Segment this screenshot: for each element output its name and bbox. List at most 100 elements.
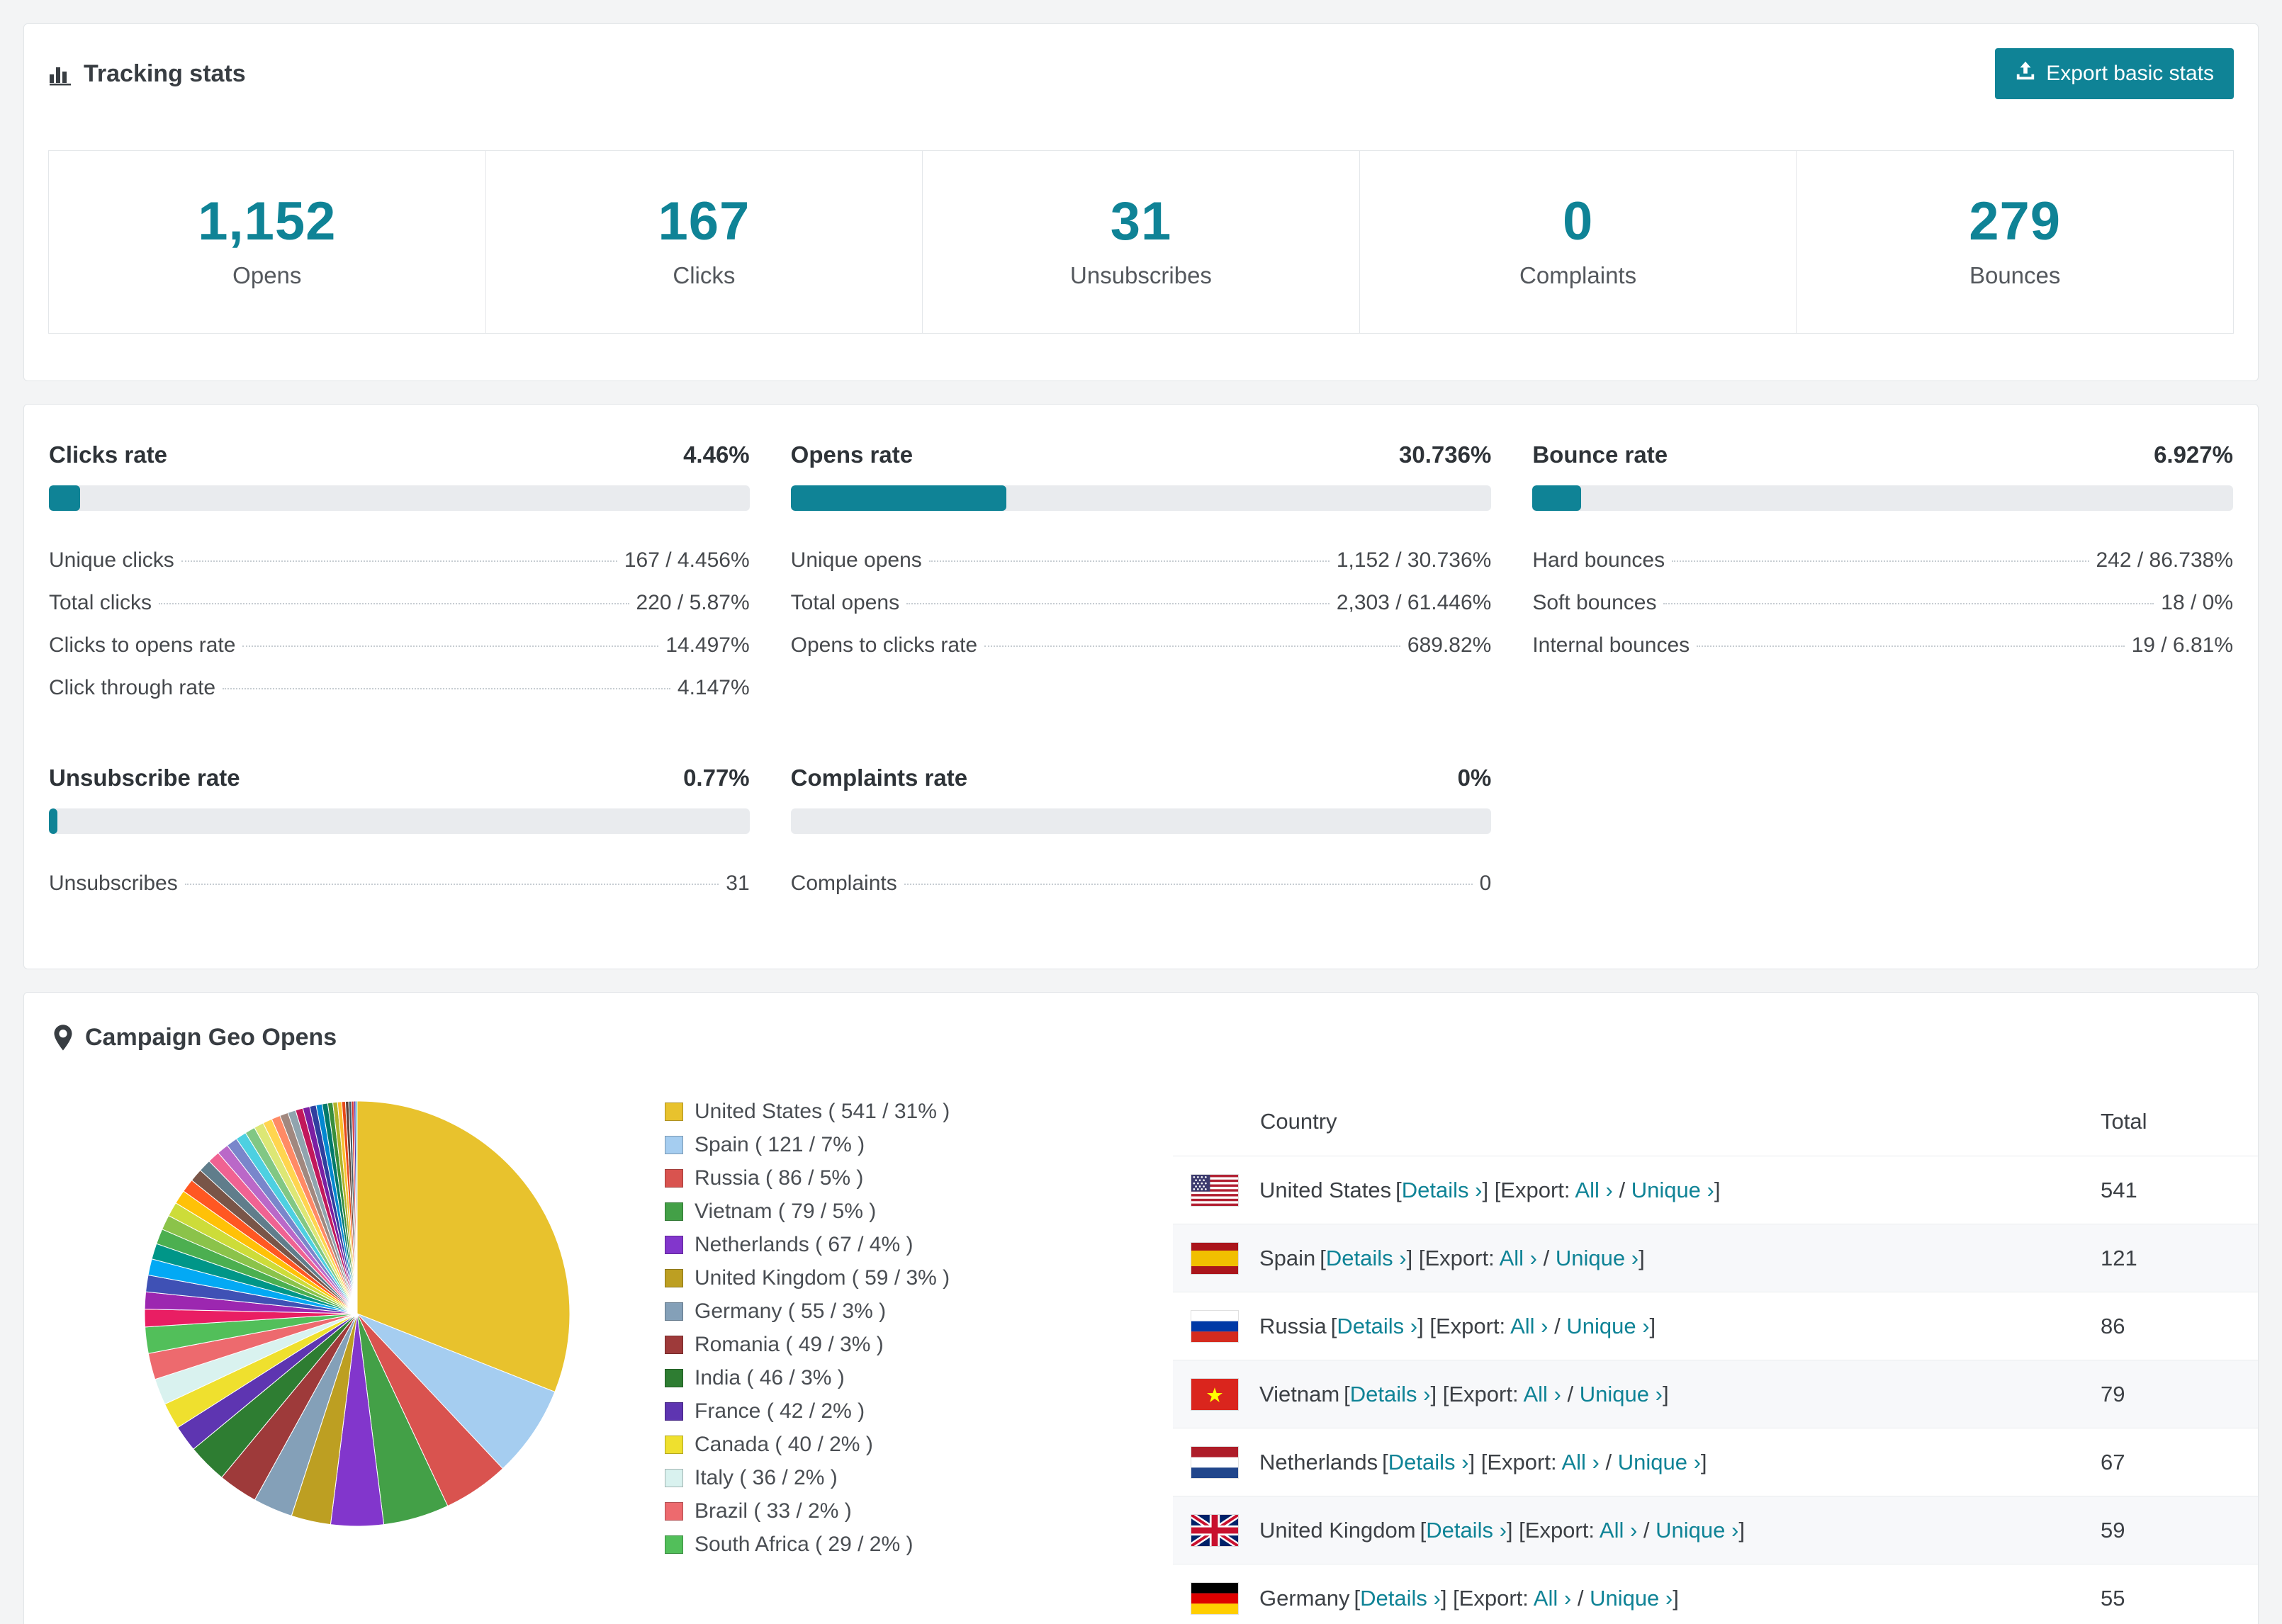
rate-head: Clicks rate 4.46% [49,441,750,468]
rates-card: Clicks rate 4.46% Unique clicks 167 / 4.… [23,404,2259,969]
rate-head: Opens rate 30.736% [791,441,1492,468]
export-basic-stats-button[interactable]: Export basic stats [1995,48,2234,99]
rate-row-value: 167 / 4.456% [624,548,750,572]
details-link[interactable]: Details › [1350,1382,1431,1406]
rate-row-label: Opens to clicks rate [790,633,978,657]
bracket-close: ] [1468,1449,1476,1474]
legend-label: Italy ( 36 / 2% ) [695,1466,838,1489]
rate-row: Complaints 0 [791,862,1492,905]
country-name: United Kingdom [1259,1517,1416,1543]
stat-label: Opens [232,262,302,288]
rate-row: Unsubscribes 31 [49,862,750,905]
rate-row: Total clicks 220 / 5.87% [49,582,750,624]
rate-row-value: 242 / 86.738% [2096,548,2234,572]
rate-rows: Unique clicks 167 / 4.456% Total clicks … [49,539,750,709]
country-total: 86 [2101,1313,2125,1338]
stat-box: 167 Clicks [485,150,923,334]
bracket-open: [ [1395,1177,1402,1202]
rate-rows: Hard bounces 242 / 86.738% Soft bounces … [1532,539,2233,667]
bracket-close: ] [1714,1177,1721,1202]
dotted-leader [1672,560,2089,562]
stat-box: 279 Bounces [1796,150,2234,334]
rate-row-value: 31 [726,872,750,895]
rate-row: Internal bounces 19 / 6.81% [1532,624,2233,667]
legend-label: South Africa ( 29 / 2% ) [695,1533,914,1556]
bracket-close: ] [1662,1381,1669,1406]
legend-item: Vietnam ( 79 / 5% ) [665,1200,1173,1224]
bracket-close: ] [1417,1313,1424,1338]
separator-slash: / [1605,1449,1612,1474]
rate-row-label: Total opens [790,591,900,614]
rate-title: Bounce rate [1532,441,1668,468]
bracket-open: [ [1382,1449,1388,1474]
rate-row-value: 4.147% [677,676,750,699]
separator-slash: / [1619,1177,1626,1202]
export-all-link[interactable]: All › [1561,1450,1599,1474]
export-all-link[interactable]: All › [1500,1246,1537,1270]
rate-row-label: Unique clicks [49,548,174,572]
legend-swatch [665,1436,683,1454]
rate-row: Soft bounces 18 / 0% [1532,582,2233,624]
rate-head: Unsubscribe rate 0.77% [49,765,750,791]
dotted-leader [904,884,1473,885]
details-link[interactable]: Details › [1326,1246,1407,1270]
country-cell: Spain [Details ›] [Export: All › / Unique… [1259,1246,2101,1271]
export-unique-link[interactable]: Unique › [1556,1246,1639,1270]
legend-swatch [665,1103,683,1121]
export-all-link[interactable]: All › [1534,1586,1571,1611]
flag-us-icon [1191,1173,1239,1207]
stat-box: 1,152 Opens [48,150,486,334]
country-cell: Russia [Details ›] [Export: All › / Uniqu… [1259,1314,2101,1339]
rate-rows: Unique opens 1,152 / 30.736% Total opens… [791,539,1492,667]
bracket-open: [ [1354,1585,1361,1611]
dotted-leader [223,688,670,689]
export-unique-link[interactable]: Unique › [1656,1518,1738,1543]
geo-table-header: Country Total [1173,1087,2258,1156]
export-unique-link[interactable]: Unique › [1580,1382,1663,1406]
table-row: Vietnam [Details ›] [Export: All › / Uniq… [1173,1360,2258,1428]
legend-swatch [665,1535,683,1554]
separator-slash: / [1567,1381,1574,1406]
export-unique-link[interactable]: Unique › [1590,1586,1673,1611]
details-link[interactable]: Details › [1337,1314,1417,1338]
flag-ru-icon [1191,1309,1239,1343]
geo-opens-header: Campaign Geo Opens [24,1024,2258,1051]
table-row: Germany [Details ›] [Export: All › / Uniq… [1173,1564,2258,1624]
rate-row-value: 1,152 / 30.736% [1336,548,1492,572]
details-link[interactable]: Details › [1426,1518,1507,1543]
bracket-close: ] [1406,1245,1413,1270]
export-all-link[interactable]: All › [1600,1518,1637,1543]
rate-progress-bar [49,485,750,511]
details-link[interactable]: Details › [1360,1586,1441,1611]
legend-swatch [665,1202,683,1221]
rate-row: Unique clicks 167 / 4.456% [49,539,750,582]
export-unique-link[interactable]: Unique › [1631,1178,1714,1202]
export-unique-link[interactable]: Unique › [1618,1450,1701,1474]
stat-value: 167 [658,191,751,252]
export-all-link[interactable]: All › [1510,1314,1548,1338]
rate-value: 0% [1457,765,1492,791]
details-link[interactable]: Details › [1402,1178,1483,1202]
export-all-link[interactable]: All › [1575,1178,1612,1202]
geo-table: Country Total United States [Details ›] [… [1173,1087,2258,1624]
legend-item: South Africa ( 29 / 2% ) [665,1533,1173,1557]
legend-swatch [665,1136,683,1154]
legend-label: India ( 46 / 3% ) [695,1366,845,1389]
rate-row-label: Soft bounces [1532,591,1657,614]
stat-value: 31 [1110,191,1172,252]
stat-box: 31 Unsubscribes [922,150,1360,334]
stat-label: Complaints [1519,262,1637,288]
dotted-leader [928,560,1330,562]
separator-slash: / [1643,1517,1650,1543]
dotted-leader [1697,645,2125,647]
export-unique-link[interactable]: Unique › [1566,1314,1649,1338]
country-total: 59 [2101,1517,2125,1543]
country-name: Germany [1259,1585,1350,1611]
rate-row: Click through rate 4.147% [49,667,750,709]
legend-item: Canada ( 40 / 2% ) [665,1433,1173,1457]
details-link[interactable]: Details › [1388,1450,1469,1474]
rate-row-value: 14.497% [665,633,750,657]
flag-nl-icon [1191,1445,1239,1479]
stat-label: Unsubscribes [1070,262,1212,288]
export-all-link[interactable]: All › [1523,1382,1561,1406]
